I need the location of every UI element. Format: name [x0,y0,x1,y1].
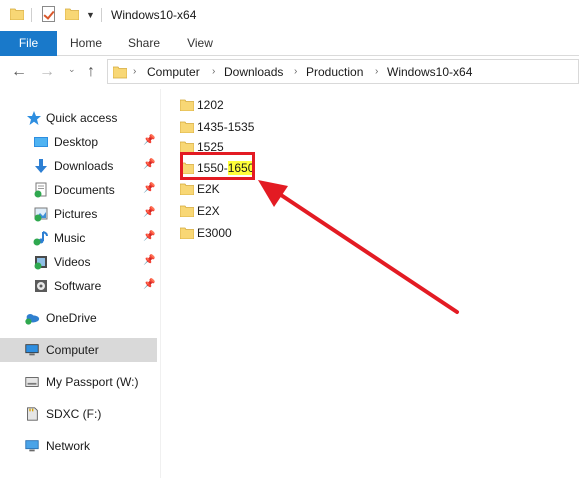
nav-label: Desktop [54,135,99,149]
pin-icon[interactable]: 📌 [143,279,155,291]
pin-icon[interactable]: 📌 [143,255,155,267]
nav-network[interactable]: Network [0,434,157,458]
quick-access-separator [31,8,32,22]
nav-music[interactable]: Music 📌 [0,226,157,250]
nav-label: Downloads [54,159,114,173]
folder-icon [180,183,194,195]
properties-icon[interactable] [42,6,55,22]
nav-onedrive[interactable]: OneDrive [0,306,157,330]
file-name: E2X [197,204,220,218]
file-name: E2K [197,182,220,196]
file-name: 1435-1535 [197,120,255,134]
file-name: E3000 [197,226,232,240]
nav-pictures[interactable]: Pictures 📌 [0,202,157,226]
tab-share[interactable]: Share [120,31,168,56]
forward-arrow-icon[interactable]: → [39,62,55,82]
breadcrumb-separator[interactable]: › [212,64,215,80]
breadcrumb-separator[interactable]: › [294,64,297,80]
breadcrumb-production[interactable]: Production [306,64,363,80]
pin-icon[interactable]: 📌 [143,207,155,219]
pin-icon[interactable]: 📌 [143,183,155,195]
navigation-bar: ← → ⌄ ↑ › Computer › Downloads › Product… [0,56,579,89]
nav-label: Quick access [46,111,118,125]
download-arrow-icon [35,159,47,173]
network-icon [25,440,39,452]
computer-icon [25,344,39,356]
breadcrumb-separator[interactable]: › [133,64,136,80]
breadcrumb-downloads[interactable]: Downloads [224,64,283,80]
folder-icon [180,121,194,133]
nav-label: Documents [54,183,115,197]
folder-icon [113,66,127,79]
nav-sdxc[interactable]: SDXC (F:) [0,402,157,426]
nav-quick-access[interactable]: Quick access [0,106,157,130]
nav-label: Pictures [54,207,98,221]
desktop-icon [34,137,48,147]
nav-videos[interactable]: Videos 📌 [0,250,157,274]
tab-home[interactable]: Home [61,31,111,56]
nav-label: OneDrive [46,311,97,325]
folder-icon [180,205,194,217]
recent-locations-chevron-icon[interactable]: ⌄ [68,64,76,75]
folder-icon [180,99,194,111]
documents-icon [34,182,47,198]
nav-label: Network [46,439,91,453]
tab-file[interactable]: File [0,31,57,56]
file-item[interactable]: 1435-1535 [180,118,330,136]
file-item[interactable]: 1202 [180,96,330,114]
drive-icon [25,377,39,387]
nav-computer[interactable]: Computer [0,338,157,362]
address-bar[interactable]: › Computer › Downloads › Production › Wi… [107,59,579,84]
nav-label: Music [54,231,86,245]
nav-downloads[interactable]: Downloads 📌 [0,154,157,178]
file-list: 1202 1435-1535 1525 1550-1650 E2K E2X E3… [161,89,579,478]
file-item[interactable]: E3000 [180,224,330,242]
breadcrumb-windows10-x64[interactable]: Windows10-x64 [387,64,472,80]
tab-view[interactable]: View [178,31,222,56]
nav-label: Videos [54,255,91,269]
title-separator [101,8,102,22]
nav-software[interactable]: Software 📌 [0,274,157,298]
nav-documents[interactable]: Documents 📌 [0,178,157,202]
window-title: Windows10-x64 [111,8,197,22]
title-bar: ▼ Windows10-x64 [0,0,579,31]
nav-label: Software [54,279,102,293]
nav-label: Computer [46,343,99,357]
pin-icon[interactable]: 📌 [143,231,155,243]
pictures-icon [34,207,48,222]
pin-icon[interactable]: 📌 [143,159,155,171]
nav-label: SDXC (F:) [46,407,102,421]
software-icon [35,280,47,292]
nav-desktop[interactable]: Desktop 📌 [0,130,157,154]
file-item[interactable]: E2X [180,202,330,220]
nav-my-passport[interactable]: My Passport (W:) [0,370,157,394]
folder-icon[interactable] [10,8,24,20]
music-icon [33,231,48,246]
folder-icon [180,227,194,239]
star-icon [27,111,41,125]
videos-icon [34,256,47,270]
new-folder-icon[interactable] [65,8,79,20]
sd-card-icon [27,407,38,421]
breadcrumb-computer[interactable]: Computer [147,64,200,80]
file-item[interactable]: E2K [180,180,330,198]
up-arrow-icon[interactable]: ↑ [87,62,95,82]
back-arrow-icon[interactable]: ← [11,62,27,82]
customize-toolbar-icon[interactable]: ▼ [86,10,95,20]
pin-icon[interactable]: 📌 [143,135,155,147]
cloud-icon [25,314,40,325]
breadcrumb-separator[interactable]: › [375,64,378,80]
navigation-pane: Quick access Desktop 📌 Downloads 📌 Docum… [0,89,160,478]
nav-label: My Passport (W:) [46,375,139,389]
ribbon-tabs: File Home Share View [0,31,579,56]
file-name: 1202 [197,98,224,112]
annotation-box [180,152,255,180]
